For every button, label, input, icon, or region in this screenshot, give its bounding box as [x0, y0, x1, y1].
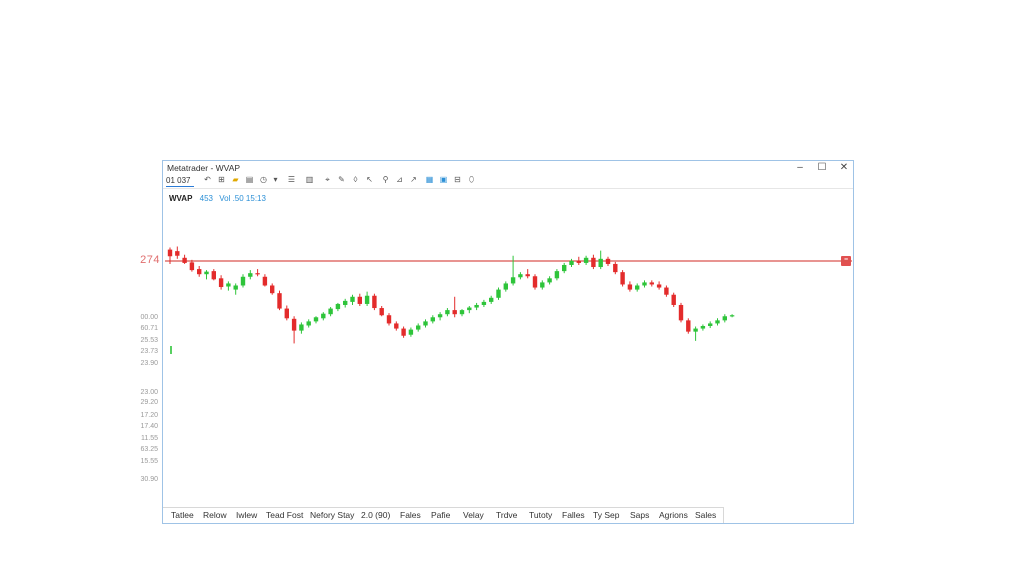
candle-body: [226, 283, 231, 287]
candle-body: [722, 316, 727, 321]
candle-body: [562, 264, 567, 272]
candle-body: [218, 278, 224, 288]
candle-body: [255, 273, 260, 275]
candle-body: [583, 257, 589, 263]
candle-body: [197, 269, 202, 275]
candle-body: [262, 276, 268, 286]
candle-body: [270, 285, 275, 294]
candle-body: [467, 307, 472, 311]
candle-body: [671, 294, 676, 305]
candle-body: [591, 257, 596, 268]
candle-body: [481, 301, 487, 305]
candle-body: [569, 260, 574, 265]
candle-body: [452, 310, 457, 315]
candle-body: [518, 274, 523, 278]
candle-body: [540, 282, 545, 288]
candle-body: [503, 283, 508, 290]
candle-body: [496, 289, 501, 298]
candle-body: [386, 315, 392, 324]
candle-body: [182, 257, 187, 263]
candle-body: [357, 296, 362, 304]
candle-body: [715, 320, 720, 324]
candle-body: [430, 317, 435, 322]
candle-body: [554, 271, 560, 279]
candle-body: [291, 318, 297, 331]
candle-body: [343, 300, 348, 305]
candle-body: [576, 260, 581, 263]
candle-body: [175, 251, 180, 256]
candle-body: [547, 278, 552, 283]
candle-body: [277, 293, 282, 309]
candle-body: [423, 321, 428, 326]
candle-body: [664, 287, 669, 295]
candle-body: [364, 295, 370, 304]
candle-body: [394, 323, 399, 329]
candle-body: [693, 328, 698, 332]
candle-body: [620, 272, 625, 285]
candle-body: [284, 308, 289, 319]
candle-body: [642, 282, 647, 286]
candle-body: [686, 320, 691, 332]
candle-body: [233, 285, 238, 290]
candle-body: [510, 277, 516, 284]
candle-body: [321, 313, 326, 319]
candle-body: [299, 324, 304, 331]
candle-body: [708, 323, 713, 326]
candle-body: [401, 328, 406, 336]
candle-body: [328, 308, 333, 315]
candle-body: [306, 321, 311, 326]
candle-body: [459, 310, 465, 315]
candle-body: [700, 326, 706, 329]
candle-body: [350, 296, 355, 302]
candle-body: [605, 258, 611, 264]
candle-body: [167, 249, 173, 257]
candle-body: [613, 263, 618, 273]
candle-body: [189, 262, 195, 271]
candle-body: [313, 317, 319, 322]
candle-body: [474, 304, 479, 308]
candle-body: [729, 315, 735, 317]
candle-body: [649, 282, 654, 285]
candlestick-chart[interactable]: [0, 0, 1024, 585]
candle-body: [204, 271, 209, 275]
candle-body: [489, 297, 494, 302]
candle-body: [372, 295, 377, 309]
candle-body: [335, 303, 341, 310]
candle-body: [635, 285, 640, 290]
candle-body: [211, 271, 216, 280]
candle-body: [525, 274, 530, 277]
candle-body: [408, 329, 414, 335]
candle-body: [379, 308, 384, 316]
candle-body: [598, 258, 603, 268]
candle-body: [416, 325, 421, 330]
candle-body: [678, 304, 684, 321]
candle-body: [627, 284, 633, 290]
candle-body: [656, 284, 662, 288]
candles-group: [167, 246, 735, 354]
candle-body: [532, 276, 538, 288]
candle-body: [437, 314, 443, 318]
candle-body: [240, 276, 246, 286]
candle-body: [248, 273, 253, 277]
candle-body: [445, 310, 450, 315]
